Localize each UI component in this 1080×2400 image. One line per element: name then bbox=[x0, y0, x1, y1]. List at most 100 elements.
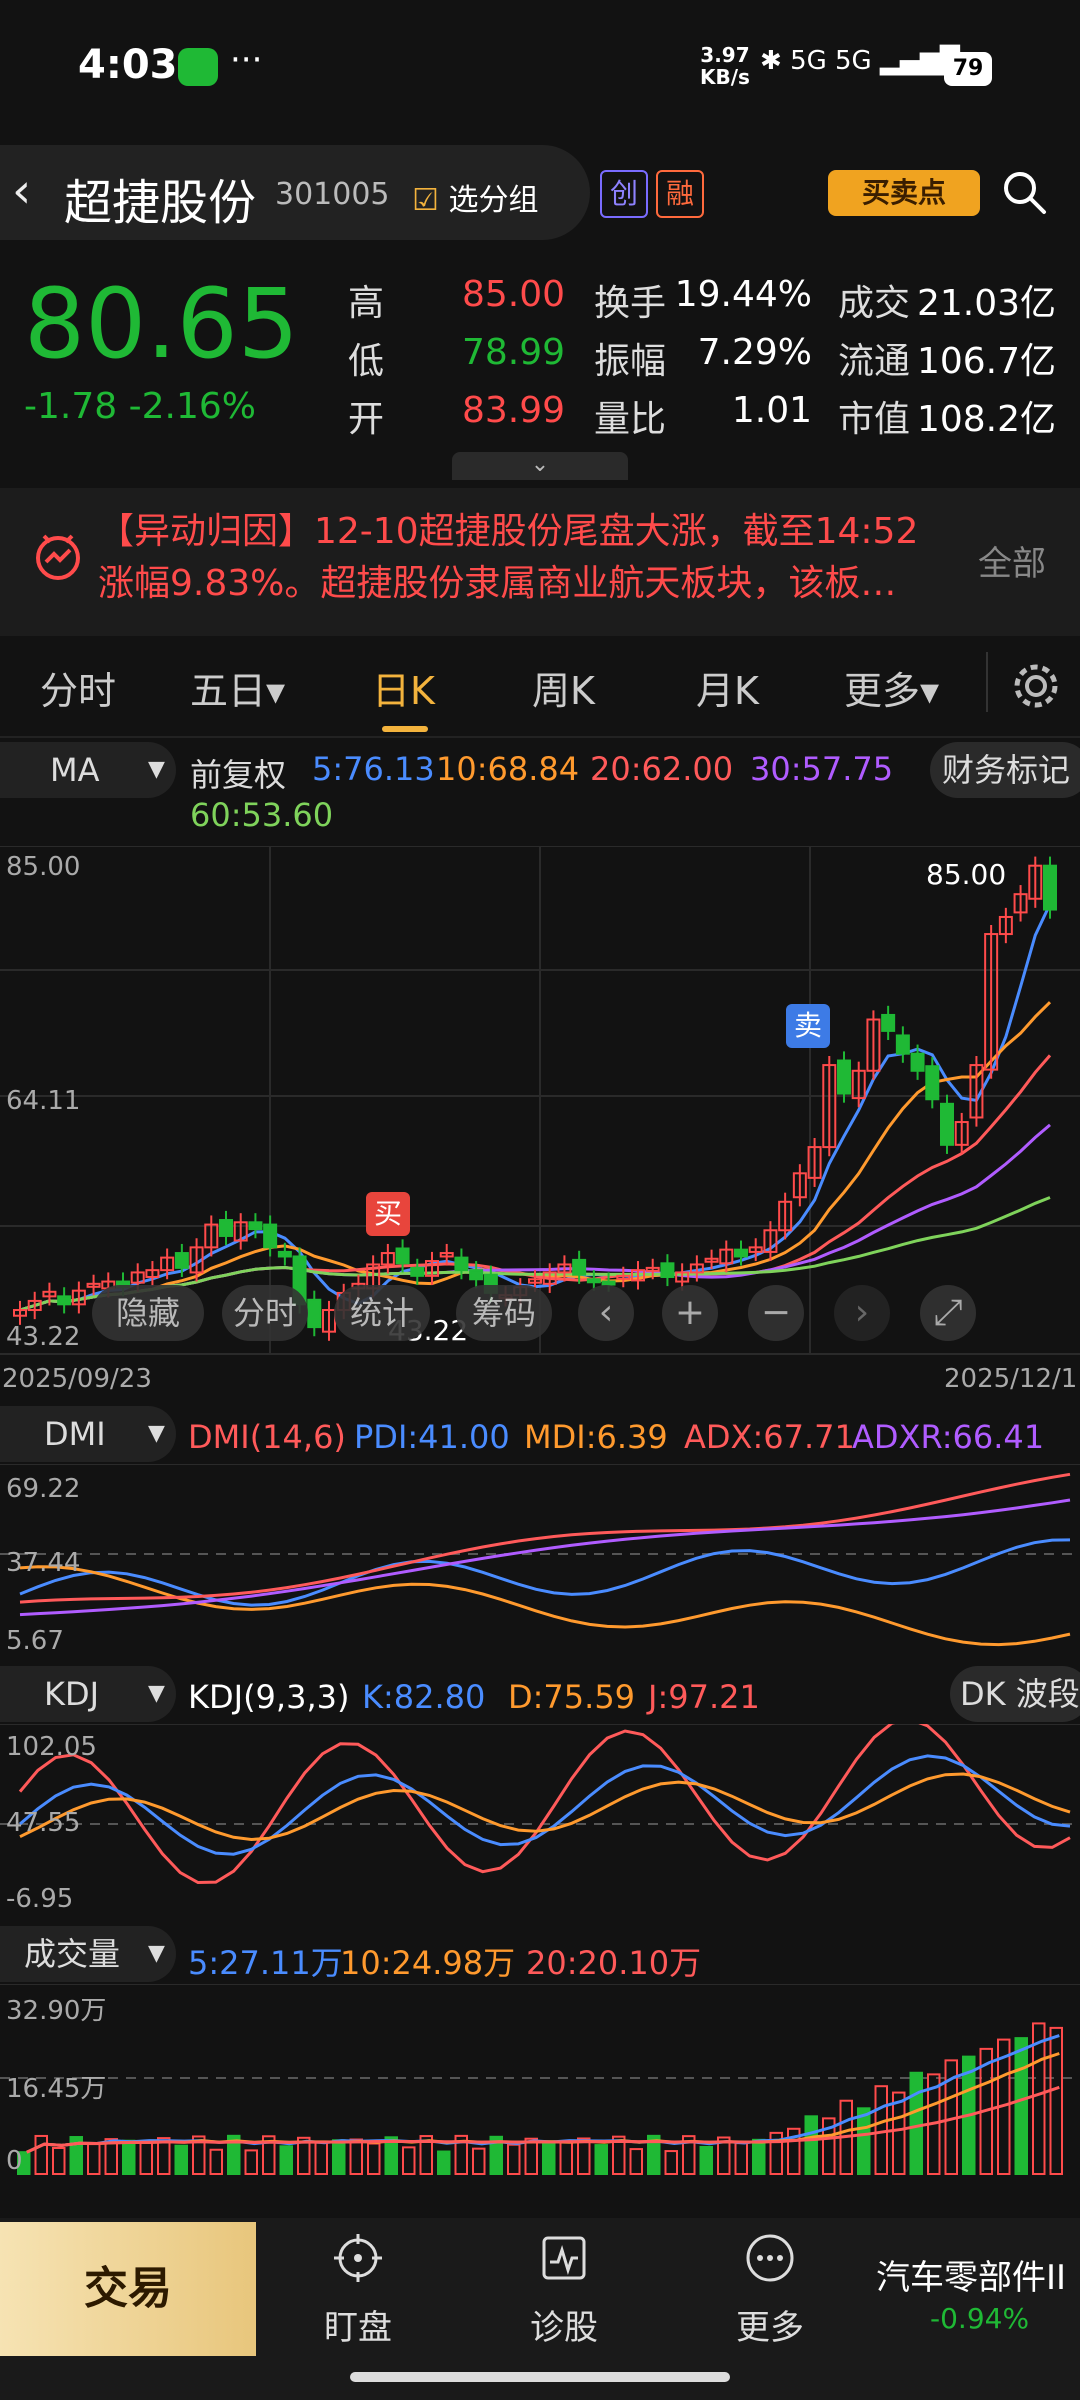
financial-mark-button[interactable]: 财务标记 bbox=[930, 742, 1080, 798]
expand-chevron-icon[interactable]: ⌄ bbox=[452, 452, 628, 480]
zoom-in-icon[interactable]: + bbox=[662, 1285, 718, 1341]
search-icon[interactable] bbox=[1000, 168, 1048, 216]
candle-body bbox=[940, 1102, 954, 1146]
chips-button[interactable]: 筹码 bbox=[456, 1285, 552, 1341]
tab-intraday[interactable]: 分时 bbox=[40, 660, 116, 715]
dmi-mdi: MDI:6.39 bbox=[524, 1418, 668, 1456]
scroll-right-icon[interactable]: › bbox=[834, 1285, 890, 1341]
tag-chuang: 创 bbox=[600, 170, 648, 218]
kline-y-high: 85.00 bbox=[6, 852, 81, 882]
checkbox-icon: ☑ bbox=[412, 183, 439, 218]
volume-bar bbox=[559, 2140, 573, 2175]
dmi-y-low: 5.67 bbox=[6, 1626, 64, 1656]
news-banner[interactable]: 【异动归因】12-10超捷股份尾盘大涨，截至14:52 涨幅9.83%。超捷股份隶… bbox=[0, 488, 1080, 636]
volume-bar bbox=[892, 2091, 906, 2175]
tab-daily-k[interactable]: 日K bbox=[372, 660, 435, 715]
watch-button[interactable]: 盯盘 bbox=[288, 2300, 428, 2349]
volume-bar bbox=[52, 2147, 66, 2175]
volume-bar bbox=[437, 2150, 451, 2176]
watch-icon[interactable] bbox=[332, 2232, 384, 2284]
quote-value: 7.29% bbox=[697, 332, 812, 373]
volume-bar bbox=[542, 2140, 556, 2175]
volume-bar bbox=[367, 2142, 381, 2176]
volume-bar bbox=[507, 2143, 521, 2175]
chart-period-tabs: 分时 五日▾ 日K 周K 月K 更多▾ bbox=[0, 636, 1080, 738]
status-time: 4:03 bbox=[78, 42, 178, 88]
more-notifications-icon: ··· bbox=[230, 40, 263, 80]
kdj-params: KDJ(9,3,3) bbox=[188, 1678, 350, 1716]
indicator-select-ma[interactable]: MA ▼ bbox=[0, 742, 176, 798]
settings-gear-icon[interactable] bbox=[1010, 660, 1062, 712]
vol-y-mid: 16.45万 bbox=[6, 2074, 107, 2104]
news-all-link[interactable]: 全部 bbox=[978, 536, 1046, 585]
volume-bar bbox=[174, 2144, 188, 2175]
kdj-chart[interactable] bbox=[0, 1724, 1080, 1920]
volume-bar bbox=[1014, 2037, 1028, 2175]
volume-bar bbox=[857, 2107, 871, 2175]
volume-bar bbox=[472, 2147, 486, 2175]
volume-bar bbox=[34, 2134, 48, 2175]
candle-body bbox=[837, 1059, 851, 1095]
dmi-adx: ADX:67.71 bbox=[684, 1418, 855, 1456]
battery-icon: 79 bbox=[944, 52, 992, 86]
tab-five-day[interactable]: 五日▾ bbox=[190, 660, 285, 715]
quote-label: 振幅 bbox=[594, 341, 667, 382]
diagnose-icon[interactable] bbox=[538, 2232, 590, 2284]
quote-label: 市值 bbox=[838, 399, 911, 440]
candle-body bbox=[395, 1247, 410, 1265]
tab-weekly-k[interactable]: 周K bbox=[532, 660, 595, 715]
candle-body bbox=[910, 1052, 925, 1072]
wechat-icon bbox=[178, 48, 218, 86]
dmi-adxr: ADXR:66.41 bbox=[852, 1418, 1045, 1456]
kline-candles bbox=[13, 856, 1057, 1341]
indicator-select-kdj[interactable]: KDJ ▼ bbox=[0, 1666, 176, 1722]
quote-value: 83.99 bbox=[461, 390, 565, 431]
buy-sell-point-button[interactable]: 买卖点 bbox=[828, 170, 980, 216]
hide-button[interactable]: 隐藏 bbox=[92, 1285, 204, 1341]
kline-chart[interactable] bbox=[0, 846, 1080, 1356]
zoom-out-icon[interactable]: − bbox=[748, 1285, 804, 1341]
volume-bar bbox=[734, 2142, 748, 2175]
volume-bar bbox=[279, 2145, 293, 2176]
intraday-button[interactable]: 分时 bbox=[222, 1285, 308, 1341]
dmi-pdi: PDI:41.00 bbox=[354, 1418, 510, 1456]
alert-icon bbox=[36, 534, 80, 580]
volume-bar bbox=[1049, 2026, 1063, 2175]
more-button[interactable]: 更多 bbox=[700, 2300, 840, 2349]
more-icon[interactable] bbox=[744, 2232, 796, 2284]
trade-button[interactable]: 交易 bbox=[0, 2222, 256, 2356]
volume-bar bbox=[87, 2143, 101, 2176]
back-arrow-icon[interactable]: ‹ bbox=[12, 163, 31, 219]
buy-marker[interactable]: 买 bbox=[366, 1192, 410, 1236]
dk-band-button[interactable]: DK 波段 bbox=[950, 1666, 1080, 1722]
active-tab-indicator bbox=[382, 726, 428, 732]
candle-body bbox=[586, 1278, 601, 1284]
volume-bar bbox=[209, 2148, 223, 2175]
sell-marker[interactable]: 卖 bbox=[786, 1004, 830, 1048]
tab-monthly-k[interactable]: 月K bbox=[696, 660, 759, 715]
tab-more[interactable]: 更多▾ bbox=[844, 660, 939, 715]
scroll-left-icon[interactable]: ‹ bbox=[578, 1285, 634, 1341]
quote-value: 21.03亿 bbox=[916, 283, 1056, 324]
volume-chart[interactable] bbox=[0, 1984, 1080, 2180]
adjust-mode[interactable]: 前复权 bbox=[190, 750, 286, 796]
indicator-select-volume[interactable]: 成交量 ▼ bbox=[0, 1926, 176, 1982]
dmi-chart[interactable] bbox=[0, 1464, 1080, 1660]
fullscreen-icon[interactable]: ⤢ bbox=[920, 1285, 976, 1341]
volume-bar bbox=[909, 2071, 923, 2175]
vol-ma10: 10:24.98万 bbox=[340, 1944, 516, 1982]
stats-button[interactable]: 统计 bbox=[334, 1285, 430, 1341]
kline-y-mid: 64.11 bbox=[6, 1086, 81, 1116]
quote-value: 106.7亿 bbox=[916, 341, 1056, 382]
indicator-select-dmi[interactable]: DMI ▼ bbox=[0, 1406, 176, 1462]
quote-value: 85.00 bbox=[461, 274, 565, 315]
volume-bar bbox=[244, 2149, 258, 2175]
diagnose-button[interactable]: 诊股 bbox=[494, 2300, 634, 2349]
kdj-j-line bbox=[18, 1724, 1071, 1885]
sector-name[interactable]: 汽车零部件II bbox=[876, 2250, 1066, 2299]
candle-body bbox=[1043, 864, 1057, 911]
select-group-button[interactable]: ☑ 选分组 bbox=[412, 175, 538, 219]
candle-body bbox=[454, 1256, 469, 1272]
volume-bar bbox=[804, 2115, 818, 2175]
kline-ma-lines bbox=[19, 903, 1052, 1312]
